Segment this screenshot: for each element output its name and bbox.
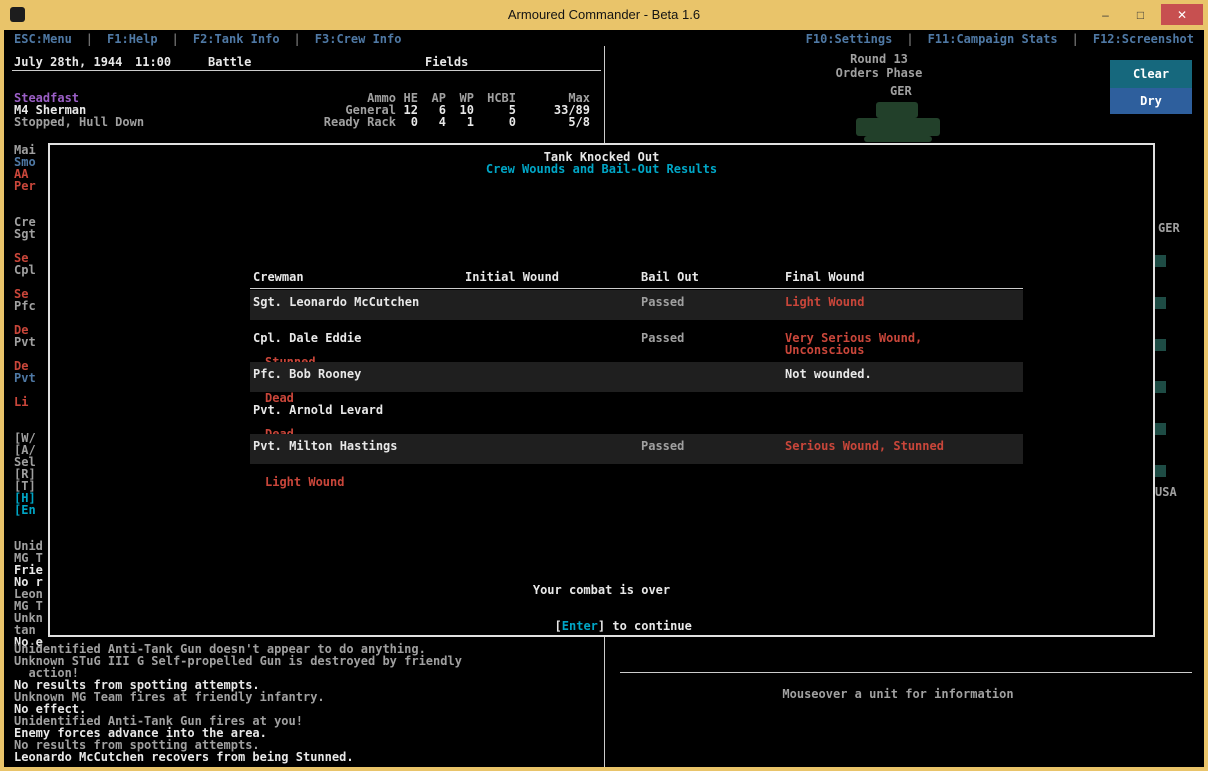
weather-sky-indicator: Clear <box>1110 60 1192 88</box>
crewman-status: Light Wound <box>265 475 345 489</box>
col-header-initial-wound: Initial Wound <box>465 270 559 284</box>
mouseover-hint: Mouseover a unit for information <box>782 687 1014 701</box>
dialog-subtitle: Crew Wounds and Bail-Out Results <box>485 162 718 176</box>
final-wound-line2: Unconscious <box>785 343 865 357</box>
final-wound: Serious Wound, Stunned <box>785 439 944 453</box>
window-controls: – □ ✕ <box>1091 4 1203 25</box>
unit-marker[interactable] <box>1154 465 1166 477</box>
continue-bracket-open: [ <box>554 619 562 633</box>
crewman-name: Pfc. Bob Rooney <box>253 367 362 381</box>
menu-right: F10:Settings | F11:Campaign Stats | F12:… <box>806 32 1194 46</box>
game-screen: ESC:Menu | F1:Help | F2:Tank Info | F3:C… <box>4 30 1204 767</box>
menu-item-f1-help[interactable]: F1:Help <box>107 32 158 46</box>
map-edge-label-ger: GER <box>1158 221 1180 235</box>
table-header-rule <box>250 288 1023 289</box>
tank-silhouette-turret <box>876 102 918 118</box>
window-title: Armoured Commander - Beta 1.6 <box>507 7 701 22</box>
minimize-button[interactable]: – <box>1091 4 1120 25</box>
menu-separator: | <box>171 31 179 46</box>
app-window: Armoured Commander - Beta 1.6 – □ ✕ ESC:… <box>0 0 1208 771</box>
unit-marker[interactable] <box>1154 255 1166 267</box>
crewman-name: Pvt. Arnold Levard <box>253 403 384 417</box>
terrain-label: Fields <box>425 55 469 69</box>
menu-bar: ESC:Menu | F1:Help | F2:Tank Info | F3:C… <box>4 30 1204 47</box>
menu-separator: | <box>293 31 301 46</box>
crewman-name: Sgt. Leonardo McCutchen <box>253 295 420 309</box>
campaign-time: 11:00 <box>135 55 172 69</box>
sidebar-fragment: Pfc <box>14 299 36 313</box>
continue-suffix: ] to continue <box>597 619 692 633</box>
crew-row-highlight <box>250 362 1023 392</box>
col-header-final-wound: Final Wound <box>785 270 865 284</box>
col-header-bail-out: Bail Out <box>641 270 699 284</box>
unit-marker[interactable] <box>1154 381 1166 393</box>
log-line: Unknown STuG III G Self-propelled Gun is… <box>14 654 462 668</box>
menu-item-esc-menu[interactable]: ESC:Menu <box>14 32 72 46</box>
weather-ground-indicator: Dry <box>1110 88 1192 114</box>
ammo-general-hcbi: 5 <box>508 103 516 117</box>
phase-label: Orders Phase <box>835 66 923 80</box>
map-edge-label-usa: USA <box>1155 485 1177 499</box>
crewman-name: Pvt. Milton Hastings <box>253 439 398 453</box>
final-wound: Not wounded. <box>785 367 872 381</box>
sidebar-fragment: Pvt <box>14 335 36 349</box>
header-divider <box>12 70 601 71</box>
ammo-ready-hcbi: 0 <box>508 115 516 129</box>
round-number: Round 13 <box>850 52 908 66</box>
sidebar-fragment: Li <box>14 395 29 409</box>
maximize-button[interactable]: □ <box>1126 4 1155 25</box>
menu-separator: | <box>1071 31 1079 46</box>
tank-silhouette-tracks <box>864 136 932 142</box>
log-line: Leonardo McCutchen recovers from being S… <box>14 750 354 764</box>
bail-out-result: Passed <box>641 295 685 309</box>
info-panel-rule <box>620 672 1192 673</box>
ammo-ready-max: 5/8 <box>568 115 590 129</box>
crewman-name: Cpl. Dale Eddie <box>253 331 362 345</box>
menu-item-f12-screenshot[interactable]: F12:Screenshot <box>1093 32 1194 46</box>
final-wound: Light Wound <box>785 295 865 309</box>
enemy-nation-label: GER <box>890 84 912 98</box>
tank-silhouette-hull <box>856 118 940 136</box>
sidebar-fragment: Sgt <box>14 227 36 241</box>
menu-separator: | <box>85 31 94 46</box>
menu-separator: | <box>906 31 914 46</box>
unit-marker[interactable] <box>1154 297 1166 309</box>
close-button[interactable]: ✕ <box>1161 4 1203 25</box>
unit-marker[interactable] <box>1154 339 1166 351</box>
col-header-crewman: Crewman <box>253 270 304 284</box>
campaign-date: July 28th, 1944 <box>14 55 123 69</box>
titlebar[interactable]: Armoured Commander - Beta 1.6 – □ ✕ <box>0 0 1208 30</box>
unit-marker[interactable] <box>1154 423 1166 435</box>
sidebar-fragment: [En <box>14 503 36 517</box>
menu-left: ESC:Menu | F1:Help | F2:Tank Info | F3:C… <box>14 32 401 46</box>
menu-item-f3-crew-info[interactable]: F3:Crew Info <box>315 32 402 46</box>
bail-out-result: Passed <box>641 439 685 453</box>
sidebar-fragment: Cpl <box>14 263 36 277</box>
encounter-mode: Battle <box>208 55 252 69</box>
combat-over-message: Your combat is over <box>532 583 671 597</box>
menu-item-f11-campaign-stats[interactable]: F11:Campaign Stats <box>928 32 1058 46</box>
bail-out-result: Passed <box>641 331 685 345</box>
menu-item-f10-settings[interactable]: F10:Settings <box>806 32 893 46</box>
continue-prompt[interactable]: [Enter] to continue <box>48 608 1155 644</box>
tank-movement-state: Stopped, Hull Down <box>14 115 145 129</box>
enter-key-label: Enter <box>561 619 598 633</box>
sidebar-fragment: Per <box>14 179 36 193</box>
menu-item-f2-tank-info[interactable]: F2:Tank Info <box>193 32 280 46</box>
sidebar-fragment: Pvt <box>14 371 36 385</box>
